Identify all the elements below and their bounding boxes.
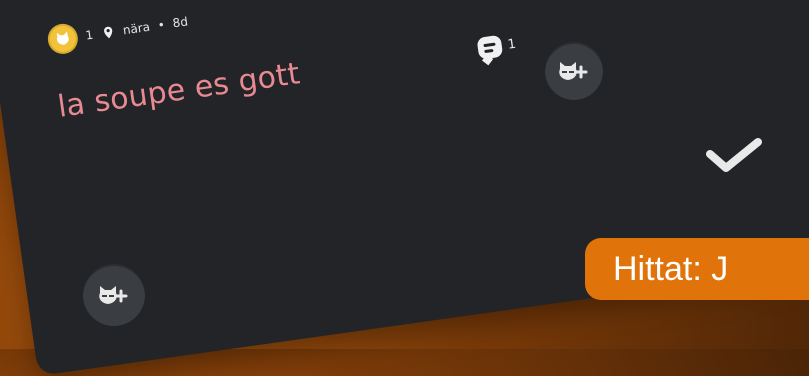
found-badge-text: Hittat: J	[613, 249, 729, 288]
avatar[interactable]	[45, 21, 80, 56]
location-label: nära	[121, 19, 151, 38]
meta-separator: •	[156, 17, 166, 33]
cat-face-icon	[56, 31, 69, 45]
location-pin-icon	[103, 26, 112, 39]
comment-icon[interactable]	[476, 34, 504, 66]
cat-mask-plus-icon	[99, 286, 128, 304]
found-badge: Hittat: J	[585, 238, 809, 300]
check-icon[interactable]	[704, 132, 764, 176]
post-time: 8d	[171, 14, 189, 31]
add-reaction-button[interactable]	[545, 42, 603, 100]
cat-mask-plus-icon	[559, 62, 588, 80]
avatar-count: 1	[84, 27, 95, 43]
add-reaction-button-bottom[interactable]	[83, 264, 145, 326]
